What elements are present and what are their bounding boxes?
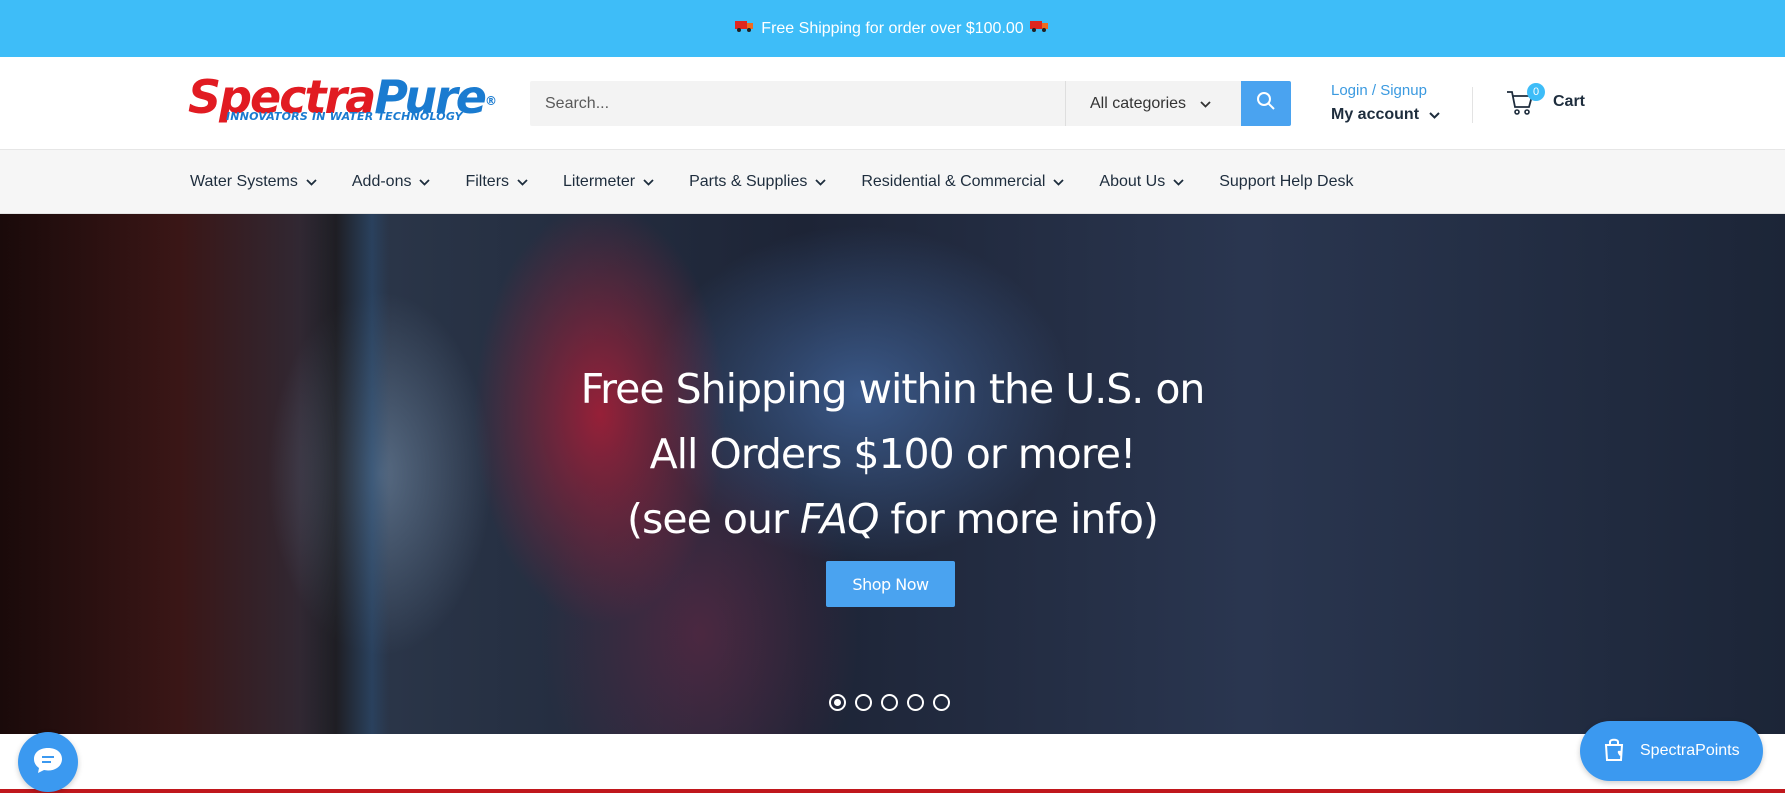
logo[interactable]: SpectraPure® INNOVATORS IN WATER TECHNOL… [188,73,497,127]
chat-bubble-icon [31,745,65,780]
nav-item-parts-supplies[interactable]: Parts & Supplies [689,173,826,191]
chevron-down-icon [306,175,317,189]
chevron-down-icon [1429,108,1441,122]
cart-count-badge: 0 [1527,83,1545,101]
spectrapoints-button[interactable]: SpectraPoints [1580,721,1763,781]
shop-now-button[interactable]: Shop Now [826,561,955,607]
hero-line-2: All Orders $100 or more! [649,430,1137,478]
faq-link[interactable]: FAQ [800,495,879,543]
nav-item-label: Residential & Commercial [861,173,1046,190]
nav-item-label: Litermeter [563,173,636,190]
nav-item-water-systems[interactable]: Water Systems [190,173,317,191]
search-input[interactable] [530,81,1065,126]
spectrapoints-label: SpectraPoints [1640,742,1740,759]
category-select[interactable]: All categories [1065,81,1242,126]
nav-item-support-help-desk[interactable]: Support Help Desk [1219,173,1353,191]
content-section [0,734,1785,793]
cart-icon: 0 [1505,83,1545,117]
category-select-value: All categories [1090,94,1187,112]
slide-dot-3[interactable] [881,694,898,711]
my-account-label: My account [1331,106,1420,123]
main-navigation: Water Systems Add-ons Filters Litermeter… [0,150,1785,214]
nav-item-add-ons[interactable]: Add-ons [352,173,431,191]
hero-heading: Free Shipping within the U.S. on All Ord… [0,357,1785,552]
slide-dot-1[interactable] [829,694,846,711]
nav-item-label: Filters [465,173,510,190]
slide-dot-2[interactable] [855,694,872,711]
chevron-down-icon [1200,97,1211,111]
chevron-down-icon [643,175,654,189]
slide-dots [829,694,959,711]
nav-item-label: Water Systems [190,173,298,190]
hero-line-1: Free Shipping within the U.S. on [580,365,1206,413]
header-divider [1472,87,1473,123]
chevron-down-icon [419,175,431,189]
nav-item-filters[interactable]: Filters [465,173,528,191]
logo-tagline: INNOVATORS IN WATER TECHNOLOGY [226,110,463,123]
hero-line-3: (see our FAQ for more info) [627,495,1159,543]
nav-item-label: Support Help Desk [1219,173,1354,190]
chevron-down-icon [815,175,826,189]
login-signup-link[interactable]: Login / Signup [1331,82,1440,99]
announcement-text: Free Shipping for order over $100.00 [761,19,1024,37]
truck-icon [1029,19,1050,38]
cart-label: Cart [1553,93,1586,110]
site-header: SpectraPure® INNOVATORS IN WATER TECHNOL… [0,57,1785,150]
account-menu[interactable]: Login / Signup My account [1331,82,1441,124]
announcement-bar: Free Shipping for order over $100.00 [0,0,1785,57]
chevron-down-icon [1173,175,1184,189]
nav-item-label: About Us [1099,173,1166,190]
search-bar: All categories [530,81,1291,126]
nav-item-label: Add-ons [351,173,412,190]
search-icon [1256,91,1276,116]
chat-button[interactable] [18,732,78,792]
nav-item-residential-commercial[interactable]: Residential & Commercial [861,173,1065,191]
nav-item-about-us[interactable]: About Us [1099,173,1184,191]
hero-slideshow: Free Shipping within the U.S. on All Ord… [0,214,1785,734]
nav-item-label: Parts & Supplies [689,173,808,190]
search-button[interactable] [1241,81,1291,126]
shopping-bag-heart-icon [1602,736,1628,767]
slide-dot-4[interactable] [907,694,924,711]
nav-item-litermeter[interactable]: Litermeter [563,173,654,191]
cart-link[interactable]: 0 Cart [1505,83,1586,117]
chevron-down-icon [1053,175,1065,189]
chevron-down-icon [517,175,528,189]
slide-dot-5[interactable] [933,694,950,711]
my-account-dropdown[interactable]: My account [1331,106,1441,124]
section-divider [0,789,1785,793]
truck-icon [735,19,755,38]
